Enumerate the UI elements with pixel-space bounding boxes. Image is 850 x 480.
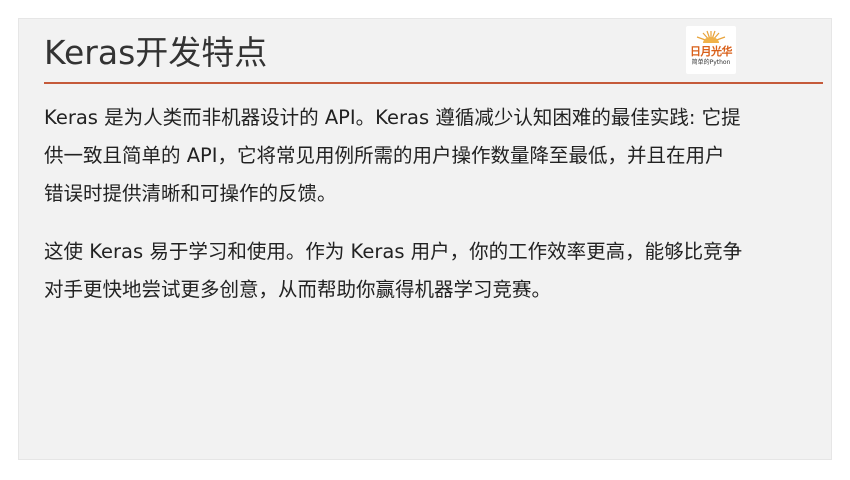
slide-title: Keras开发特点 [44, 33, 268, 72]
logo-text: 日月光华 [690, 45, 733, 58]
paragraph-line: 供一致且简单的 API，它将常见用例所需的用户操作数量降至最低，并且在用户 [44, 144, 725, 167]
paragraph-2: 这使 Keras 易于学习和使用。作为 Keras 用户，你的工作效率更高，能够… [44, 233, 804, 309]
title-underline [44, 82, 823, 84]
paragraph-line: 错误时提供清晰和可操作的反馈。 [44, 182, 337, 205]
paragraph-line: 对手更快地尝试更多创意，从而帮助你赢得机器学习竞赛。 [44, 278, 552, 301]
paragraph-line: Keras 是为人类而非机器设计的 API。Keras 遵循减少认知困难的最佳实… [44, 106, 741, 129]
brand-logo: 日月光华 简单的Python [686, 26, 736, 74]
slide: Keras开发特点 日月光华 简单的Python Keras 是为人类而非机器设… [18, 18, 832, 460]
logo-subtext: 简单的Python [691, 59, 731, 66]
paragraph-1: Keras 是为人类而非机器设计的 API。Keras 遵循减少认知困难的最佳实… [44, 99, 804, 213]
paragraph-line: 这使 Keras 易于学习和使用。作为 Keras 用户，你的工作效率更高，能够… [44, 240, 743, 263]
